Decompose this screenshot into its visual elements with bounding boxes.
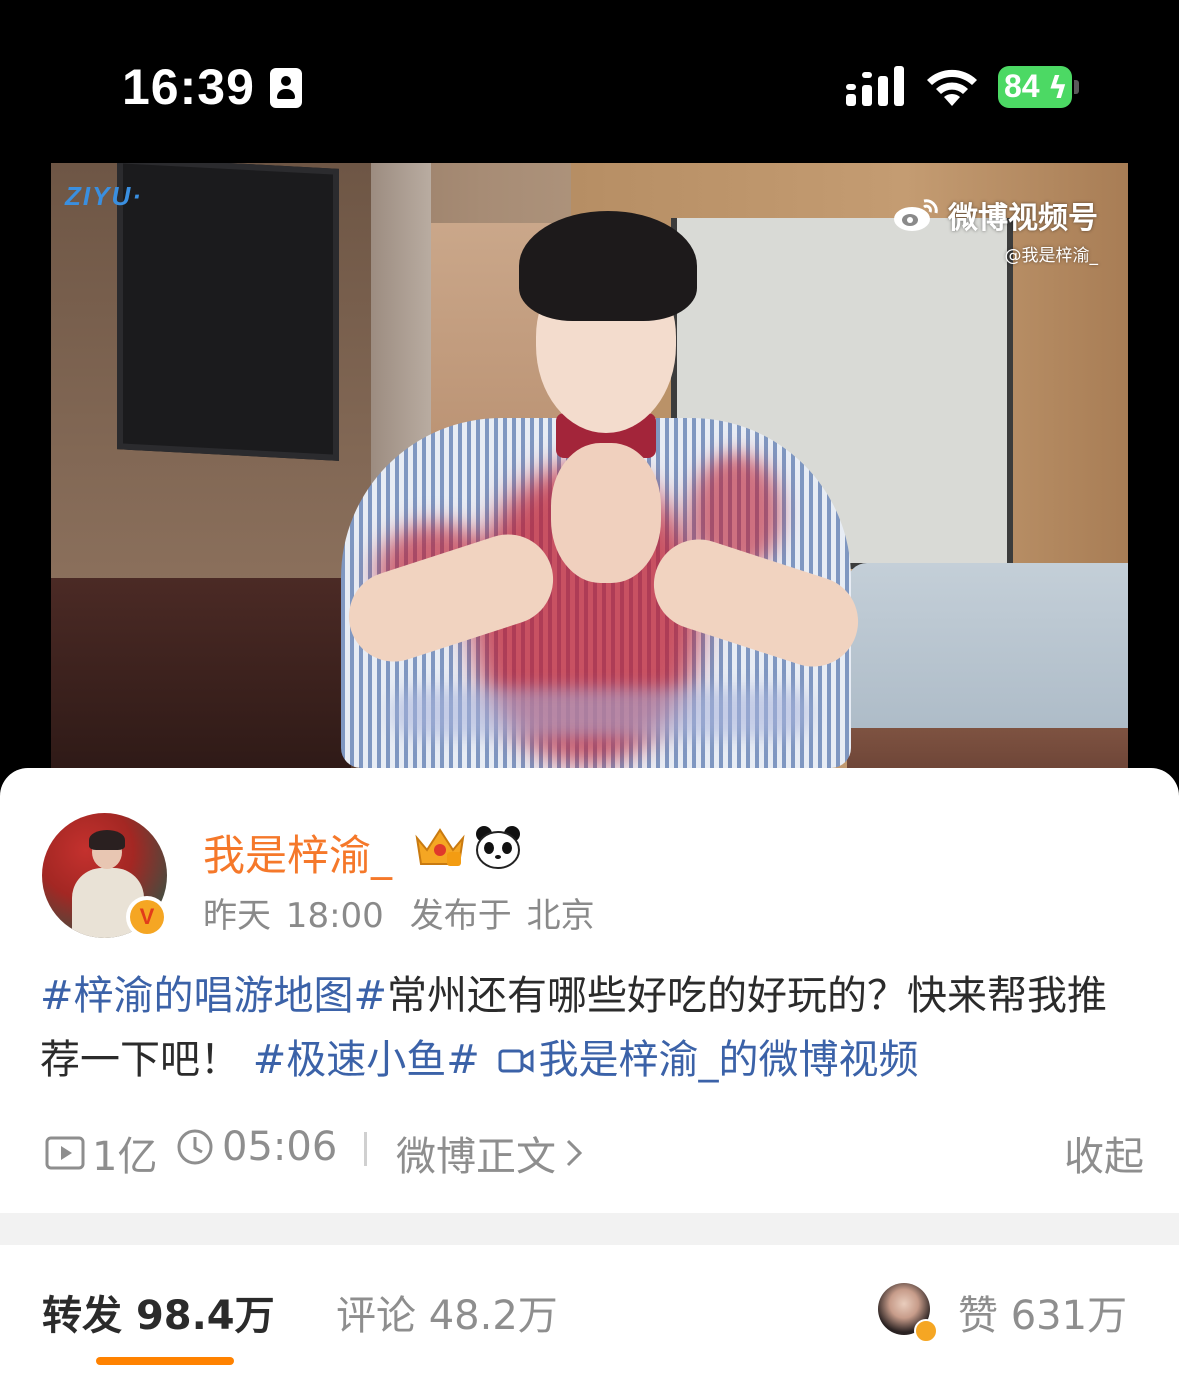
- tab-like[interactable]: 赞 631万: [958, 1283, 1127, 1341]
- action-bar: 转发 98.4万 评论 48.2万 赞 631万: [0, 1245, 1179, 1391]
- video-player[interactable]: ZIYU· 微博视频号 @我是梓渝_: [51, 163, 1128, 768]
- stats-divider: [364, 1132, 367, 1166]
- blurred-caption: [391, 688, 811, 738]
- signal-icon: [846, 66, 904, 106]
- liker-verified-icon: [914, 1319, 938, 1343]
- post-location: 发布于 北京: [409, 896, 595, 936]
- active-tab-indicator: [96, 1357, 234, 1365]
- comment-label: 评论: [336, 1293, 416, 1339]
- watermark-title: 微博视频号: [948, 201, 1098, 236]
- repost-label: 转发: [42, 1293, 122, 1339]
- hashtag-link[interactable]: #梓渝的唱游地图#: [40, 973, 387, 1019]
- video-link[interactable]: 我是梓渝_的微博视频: [538, 1037, 918, 1083]
- tab-repost[interactable]: 转发 98.4万: [42, 1283, 275, 1341]
- comment-count: 48.2万: [428, 1293, 558, 1339]
- collapse-button[interactable]: 收起: [1064, 1124, 1144, 1182]
- battery-icon: 84 ϟ: [998, 66, 1080, 108]
- post-time: 昨天 18:00: [203, 896, 384, 936]
- status-time: 16:39: [122, 59, 255, 115]
- verified-badge-icon: V: [126, 896, 168, 938]
- username[interactable]: 我是梓渝_: [203, 822, 392, 883]
- clock-icon: [177, 1129, 213, 1165]
- weibo-logo-icon: [894, 199, 938, 231]
- watermark-account: @我是梓渝_: [1004, 246, 1099, 266]
- background-tv: [117, 163, 339, 461]
- post-stats: 1亿 05:06 微博正文 收起: [44, 1124, 1144, 1180]
- weibo-watermark: 微博视频号 @我是梓渝_: [892, 193, 1098, 266]
- section-divider: [0, 1213, 1179, 1245]
- view-count-value: 1亿: [92, 1134, 158, 1180]
- duration: 05:06: [174, 1124, 337, 1170]
- like-label: 赞: [958, 1293, 998, 1339]
- chevron-right-icon: [566, 1139, 583, 1167]
- video-link-icon[interactable]: [498, 1046, 534, 1076]
- panda-icon[interactable]: [474, 824, 522, 870]
- view-count: 1亿: [44, 1124, 157, 1182]
- battery-level: 84: [1004, 68, 1040, 104]
- original-post-label: 微博正文: [396, 1134, 556, 1180]
- crown-icon[interactable]: [413, 824, 467, 870]
- tab-comment[interactable]: 评论 48.2万: [336, 1283, 558, 1341]
- post-meta: 昨天 18:00 发布于 北京: [203, 888, 621, 937]
- status-bar: 16:39 84 ϟ: [0, 0, 1179, 160]
- post-card: V 我是梓渝_ 昨天 18:00 发布于 北京 #梓渝的唱游地图#常州还有哪些好吃…: [0, 768, 1179, 1213]
- like-count: 631万: [1010, 1293, 1128, 1339]
- original-post-link[interactable]: 微博正文: [396, 1124, 588, 1182]
- play-count-icon: [45, 1136, 85, 1170]
- hashtag-link[interactable]: #极速小鱼#: [253, 1037, 480, 1083]
- repost-count: 98.4万: [135, 1293, 275, 1339]
- post-text: #梓渝的唱游地图#常州还有哪些好吃的好玩的？快来帮我推荐一下吧！ #极速小鱼# …: [40, 964, 1140, 1092]
- duration-value: 05:06: [222, 1124, 338, 1170]
- wifi-icon: [927, 69, 977, 106]
- channel-logo: ZIYU·: [65, 181, 143, 211]
- portrait-lock-icon: [270, 68, 302, 108]
